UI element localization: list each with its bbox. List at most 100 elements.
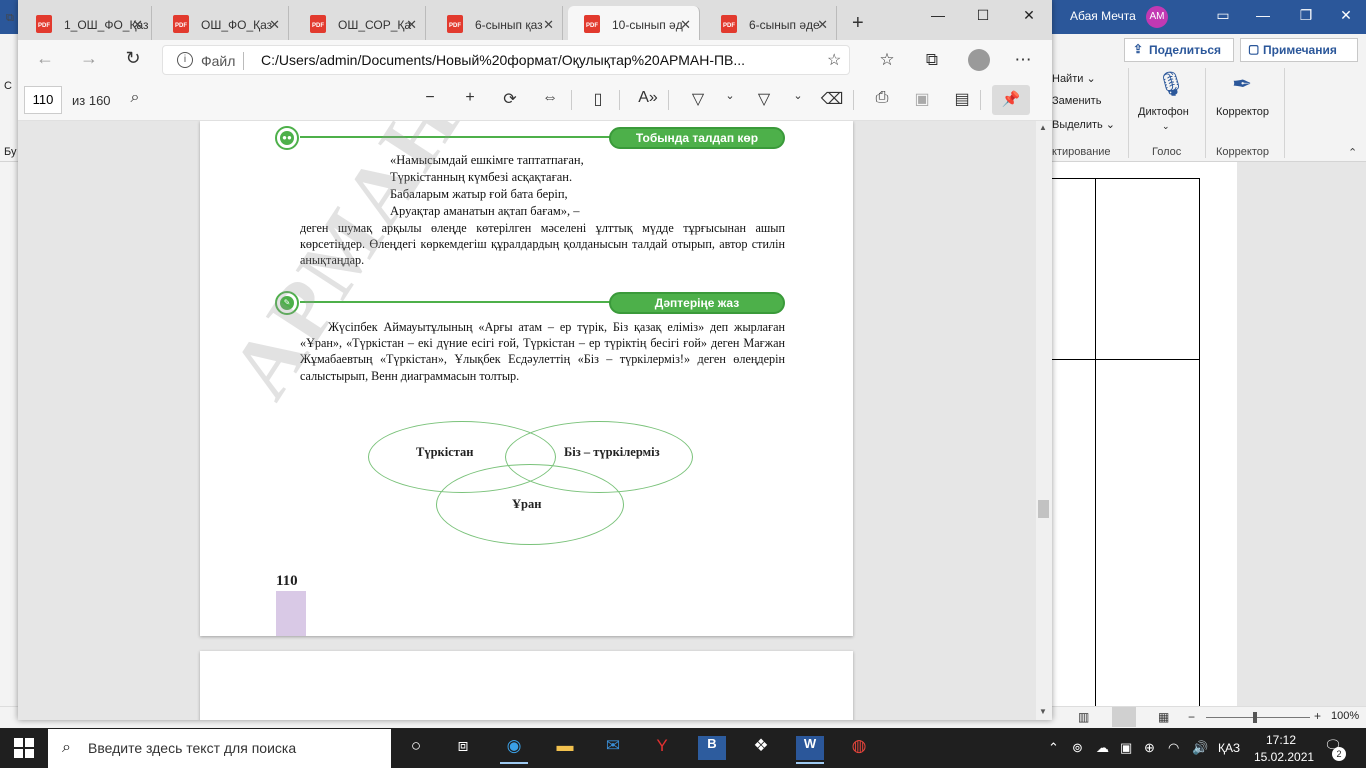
app-tray-icon[interactable]: ▣ (1120, 740, 1132, 756)
zoom-in-icon[interactable]: + (458, 89, 482, 107)
print-layout-icon[interactable] (1112, 707, 1136, 727)
address-url[interactable]: C:/Users/admin/Documents/Новый%20формат/… (261, 52, 811, 68)
editor-button[interactable]: Корректор (1216, 106, 1269, 118)
chevron-down-icon[interactable]: ⌄ (1162, 121, 1170, 132)
back-icon[interactable]: ← (34, 48, 56, 69)
chevron-down-icon[interactable]: ⌄ (718, 89, 742, 102)
tab-actions-icon[interactable]: ⧉ (6, 12, 14, 25)
network-status-icon[interactable]: ⊕ (1144, 740, 1155, 756)
read-mode-icon[interactable]: ▥ (1078, 710, 1089, 724)
print-icon[interactable]: ⎙ (870, 89, 894, 107)
word-icon[interactable]: W (796, 736, 824, 764)
tab-3[interactable]: PDF ОШ_СОР_Қа ✕ (294, 6, 426, 40)
add-favorite-icon[interactable]: ☆ (827, 50, 841, 70)
zoom-in-icon[interactable]: + (1314, 709, 1321, 723)
draw-icon[interactable]: ▽ (686, 89, 710, 109)
rotate-icon[interactable]: ⟳ (498, 89, 522, 109)
chevron-down-icon[interactable]: ⌄ (786, 89, 810, 102)
yandex-icon[interactable]: Y (648, 736, 676, 760)
close-icon[interactable]: ✕ (680, 17, 691, 33)
volume-icon[interactable]: 🔊 (1192, 740, 1208, 756)
close-icon[interactable]: ✕ (406, 17, 417, 33)
clock-time[interactable]: 17:12 (1266, 733, 1296, 747)
collapse-ribbon-icon[interactable]: ⌃ (1348, 146, 1357, 159)
fit-to-page-icon[interactable]: ⇔ (538, 89, 562, 107)
search-input[interactable]: Введите здесь текст для поиска (88, 740, 296, 756)
read-aloud-icon[interactable]: A» (636, 89, 660, 107)
file-explorer-icon[interactable]: ▬ (551, 736, 579, 760)
wifi-icon[interactable]: ◠ (1168, 740, 1179, 756)
chrome-icon[interactable]: ◍ (845, 736, 873, 760)
profile-icon[interactable] (968, 49, 990, 71)
replace-button[interactable]: Заменить (1052, 95, 1101, 107)
forward-icon[interactable]: → (78, 48, 100, 69)
windows-start-icon[interactable] (14, 738, 34, 758)
close-icon[interactable]: ✕ (543, 17, 554, 33)
language-indicator[interactable]: ҚАЗ (1218, 741, 1240, 755)
zoom-level[interactable]: 100% (1331, 710, 1359, 722)
editor-pen-icon[interactable]: ✒ (1232, 70, 1252, 99)
scroll-down-icon[interactable]: ▼ (1039, 707, 1047, 716)
cortana-icon[interactable]: ○ (402, 736, 430, 760)
dictate-button[interactable]: Диктофон (1138, 106, 1189, 118)
more-menu-icon[interactable]: ⋯ (1012, 50, 1034, 70)
pdf-viewer[interactable]: ●● Тобында талдап көр «Намысымдай ешкімг… (18, 121, 1052, 720)
word-table[interactable] (1052, 178, 1200, 725)
pin-toolbar-icon[interactable]: 📌 (992, 85, 1030, 115)
avatar[interactable]: AM (1146, 6, 1168, 28)
onedrive-icon[interactable]: ☁ (1096, 740, 1109, 756)
collections-icon[interactable]: ⧉ (921, 50, 943, 70)
tab-4[interactable]: PDF 6-сынып қаз ✕ (431, 6, 563, 40)
favorites-icon[interactable]: ☆ (876, 50, 898, 70)
ribbon-display-icon[interactable]: ▭ (1213, 7, 1233, 24)
vertical-scrollbar[interactable]: ▲ ▼ (1036, 121, 1052, 720)
tab-2[interactable]: PDF ОШ_ФО_Қаз ✕ (157, 6, 289, 40)
save-icon[interactable]: ▣ (910, 89, 934, 109)
search-icon[interactable]: ⌕ (123, 89, 147, 107)
microphone-icon[interactable]: 🎙 (1156, 70, 1186, 99)
info-icon[interactable]: i (177, 52, 193, 68)
minimize-icon[interactable]: — (1253, 7, 1273, 23)
restore-icon[interactable]: ❐ (1296, 7, 1316, 24)
minimize-icon[interactable]: — (928, 7, 948, 23)
select-button[interactable]: Выделить ⌄ (1052, 118, 1115, 131)
new-tab-icon[interactable]: + (852, 12, 864, 35)
eraser-icon[interactable]: ⌫ (820, 89, 844, 109)
show-hidden-icons[interactable]: ⌃ (1048, 740, 1059, 756)
zoom-out-icon[interactable]: − (1188, 710, 1195, 724)
highlight-icon[interactable]: ▽ (752, 89, 776, 109)
task-view-icon[interactable]: ⧈ (449, 736, 477, 760)
address-bar[interactable]: i Файл C:/Users/admin/Documents/Новый%20… (162, 45, 850, 75)
close-icon[interactable]: ✕ (1336, 7, 1356, 24)
close-icon[interactable]: ✕ (817, 17, 828, 33)
mail-icon[interactable]: ✉ (599, 736, 627, 760)
scroll-up-icon[interactable]: ▲ (1039, 123, 1047, 132)
save-as-icon[interactable]: ▤ (950, 89, 974, 109)
find-button[interactable]: Найти ⌄ (1052, 72, 1096, 85)
refresh-icon[interactable]: ↻ (122, 48, 144, 69)
dropbox-icon[interactable]: ❖ (747, 736, 775, 760)
page-view-icon[interactable]: ▯ (586, 89, 610, 109)
zoom-slider[interactable] (1206, 717, 1310, 718)
close-icon[interactable]: ✕ (132, 17, 143, 33)
edge-icon[interactable]: ◉ (500, 736, 528, 764)
poem-line: Аруақтар аманатын ақтап бағам», – (390, 204, 580, 218)
page-number-input[interactable]: 110 (24, 86, 62, 114)
tab-5-active[interactable]: PDF 10-сынып әд ✕ (568, 6, 700, 40)
scrollbar-thumb[interactable] (1038, 500, 1049, 518)
notes-button[interactable]: ▢ Примечания (1240, 38, 1358, 62)
share-button[interactable]: ⇪ Поделиться (1124, 38, 1234, 62)
web-layout-icon[interactable]: ▦ (1158, 710, 1169, 724)
tab-1[interactable]: PDF 1_ОШ_ФО_Қаз ✕ (20, 6, 152, 40)
word-user-name[interactable]: Абая Мечта (1070, 9, 1136, 23)
tab-6[interactable]: PDF 6-сынып әде ✕ (705, 6, 837, 40)
browser-app-icon[interactable]: B (698, 736, 726, 760)
maximize-icon[interactable]: ☐ (973, 7, 993, 24)
close-icon[interactable]: ✕ (269, 17, 280, 33)
notification-badge: 2 (1332, 747, 1346, 761)
defender-icon[interactable]: ⊚ (1072, 740, 1083, 756)
zoom-out-icon[interactable]: − (418, 89, 442, 107)
close-icon[interactable]: ✕ (1019, 7, 1039, 24)
zoom-slider-thumb[interactable] (1253, 712, 1257, 723)
clock-date[interactable]: 15.02.2021 (1254, 750, 1314, 764)
